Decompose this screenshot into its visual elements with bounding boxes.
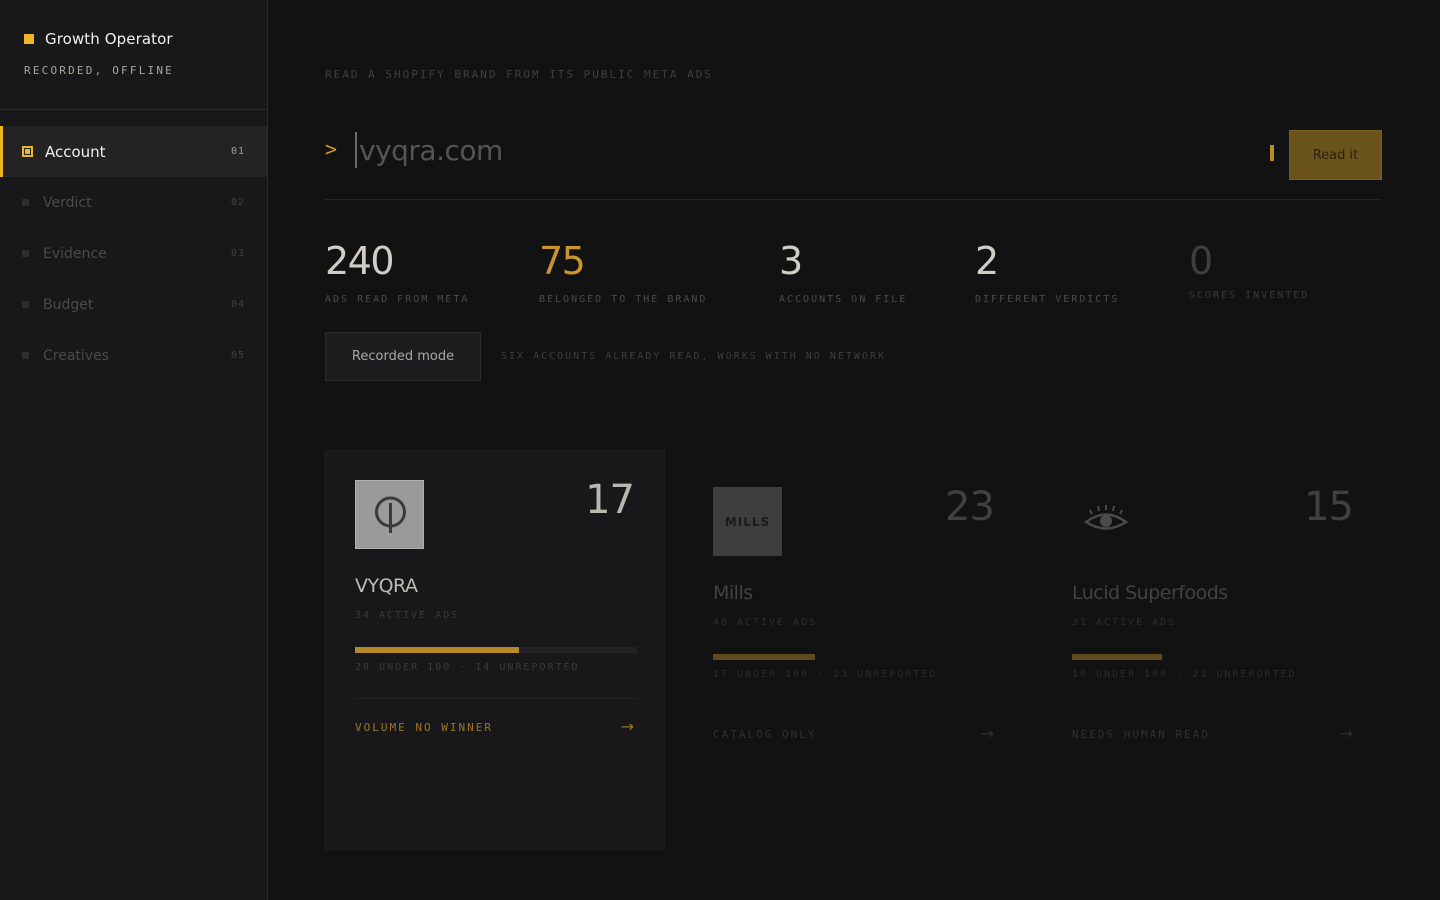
prompt-chevron-icon: > — [325, 137, 338, 161]
sidebar-item-budget[interactable]: Budget 04 — [0, 279, 267, 330]
sidebar-item-number: 03 — [230, 248, 245, 259]
stat-value: 240 — [325, 239, 395, 283]
card-name: Mills — [713, 582, 753, 604]
mode-row: Recorded mode SIX ACCOUNTS ALREADY READ,… — [325, 332, 886, 381]
card-verdict: VOLUME NO WINNER — [355, 721, 493, 734]
sidebar-item-number: 05 — [230, 350, 245, 361]
sidebar-item-account[interactable]: Account 01 — [0, 126, 267, 177]
card-count: 15 — [1304, 484, 1354, 530]
stat-caption: ADS READ FROM META — [325, 294, 470, 305]
brand-square-icon — [24, 34, 34, 44]
square-icon — [22, 352, 29, 359]
card-active-ads: 40 ACTIVE ADS — [713, 617, 818, 628]
card-active-ads: 34 ACTIVE ADS — [355, 610, 460, 621]
sidebar-nav: Account 01 Verdict 02 Evidence 03 Budget… — [0, 126, 267, 381]
sidebar-item-number: 02 — [230, 197, 245, 208]
stat-caption: BELONGED TO THE BRAND — [539, 294, 708, 305]
card-count: 17 — [585, 477, 635, 523]
sidebar-item-creatives[interactable]: Creatives 05 — [0, 330, 267, 381]
arrow-right-icon[interactable]: → — [621, 717, 634, 736]
mode-note: SIX ACCOUNTS ALREADY READ, WORKS WITH NO… — [501, 351, 886, 362]
stat-accounts: 3 ACCOUNTS ON FILE — [779, 240, 907, 305]
square-icon — [22, 199, 29, 206]
search-row: > Read it — [325, 130, 1382, 200]
stat-caption: SCORES INVENTED — [1189, 290, 1310, 301]
stat-ads-read: 240 ADS READ FROM META — [325, 240, 469, 305]
page-eyebrow: READ A SHOPIFY BRAND FROM ITS PUBLIC MET… — [325, 68, 714, 81]
stat-belonged: 75 BELONGED TO THE BRAND — [539, 240, 707, 305]
brand-name: Growth Operator — [45, 30, 173, 48]
card-active-ads: 31 ACTIVE ADS — [1072, 617, 1177, 628]
square-icon — [22, 250, 29, 257]
card-breakdown: 17 UNDER 100 · 23 UNREPORTED — [713, 669, 938, 680]
sidebar-item-number: 04 — [230, 299, 245, 310]
square-icon — [22, 301, 29, 308]
stat-value: 2 — [975, 239, 999, 283]
active-square-icon — [22, 146, 33, 157]
card-divider — [355, 698, 637, 699]
sidebar-item-label: Budget — [43, 296, 94, 313]
brand-status: RECORDED, OFFLINE — [24, 64, 174, 77]
stat-scores-invented: 0 SCORES INVENTED — [1189, 240, 1309, 301]
sidebar-item-label: Verdict — [43, 194, 92, 211]
sidebar-item-evidence[interactable]: Evidence 03 — [0, 228, 267, 279]
stat-verdicts: 2 DIFFERENT VERDICTS — [975, 240, 1119, 305]
card-count: 23 — [945, 484, 995, 530]
card-progress-fill — [713, 654, 815, 660]
arrow-right-icon[interactable]: → — [981, 724, 994, 743]
sidebar: Growth Operator RECORDED, OFFLINE Accoun… — [0, 0, 268, 900]
stat-caption: DIFFERENT VERDICTS — [975, 294, 1120, 305]
account-card-lucid-superfoods[interactable]: 15 Lucid Superfoods 31 ACTIVE ADS 10 UND… — [1043, 458, 1383, 858]
card-progress-track — [713, 654, 995, 660]
sidebar-item-verdict[interactable]: Verdict 02 — [0, 177, 267, 228]
card-breakdown: 20 UNDER 100 · 14 UNREPORTED — [355, 662, 580, 673]
card-progress-fill — [355, 647, 519, 653]
card-progress-track — [355, 647, 637, 653]
sidebar-item-label: Creatives — [43, 347, 109, 364]
sidebar-item-label: Evidence — [43, 245, 107, 262]
card-progress-fill — [1072, 654, 1163, 660]
card-progress-track — [1072, 654, 1354, 660]
mills-logo-icon: MILLS — [713, 487, 782, 556]
cursor-bar-icon — [1270, 145, 1274, 161]
card-name: Lucid Superfoods — [1072, 582, 1228, 604]
account-card-vyqra[interactable]: 17 VYQRA 34 ACTIVE ADS 20 UNDER 100 · 14… — [325, 450, 665, 850]
stat-value: 0 — [1189, 239, 1213, 283]
stat-caption: ACCOUNTS ON FILE — [779, 294, 908, 305]
main-panel: READ A SHOPIFY BRAND FROM ITS PUBLIC MET… — [268, 0, 1440, 900]
vyqra-logo-icon — [355, 480, 424, 549]
card-verdict: CATALOG ONLY — [713, 728, 817, 741]
arrow-right-icon[interactable]: → — [1340, 724, 1353, 743]
card-name: VYQRA — [355, 575, 418, 597]
sidebar-item-number: 01 — [230, 146, 245, 157]
card-breakdown: 10 UNDER 100 · 21 UNREPORTED — [1072, 669, 1297, 680]
app-root: Growth Operator RECORDED, OFFLINE Accoun… — [0, 0, 1440, 900]
read-it-button[interactable]: Read it — [1289, 130, 1382, 180]
mills-logo-text: MILLS — [724, 514, 771, 529]
account-card-mills[interactable]: MILLS 23 Mills 40 ACTIVE ADS 17 UNDER 10… — [684, 458, 1024, 858]
card-verdict: NEEDS HUMAN READ — [1072, 728, 1210, 741]
stat-value: 75 — [539, 239, 586, 283]
recorded-mode-button[interactable]: Recorded mode — [325, 332, 481, 381]
stat-value: 3 — [779, 239, 803, 283]
domain-input[interactable] — [357, 130, 957, 170]
brand-block: Growth Operator RECORDED, OFFLINE — [0, 0, 267, 110]
sidebar-item-label: Account — [45, 142, 106, 161]
eye-logo-icon — [1072, 487, 1141, 556]
